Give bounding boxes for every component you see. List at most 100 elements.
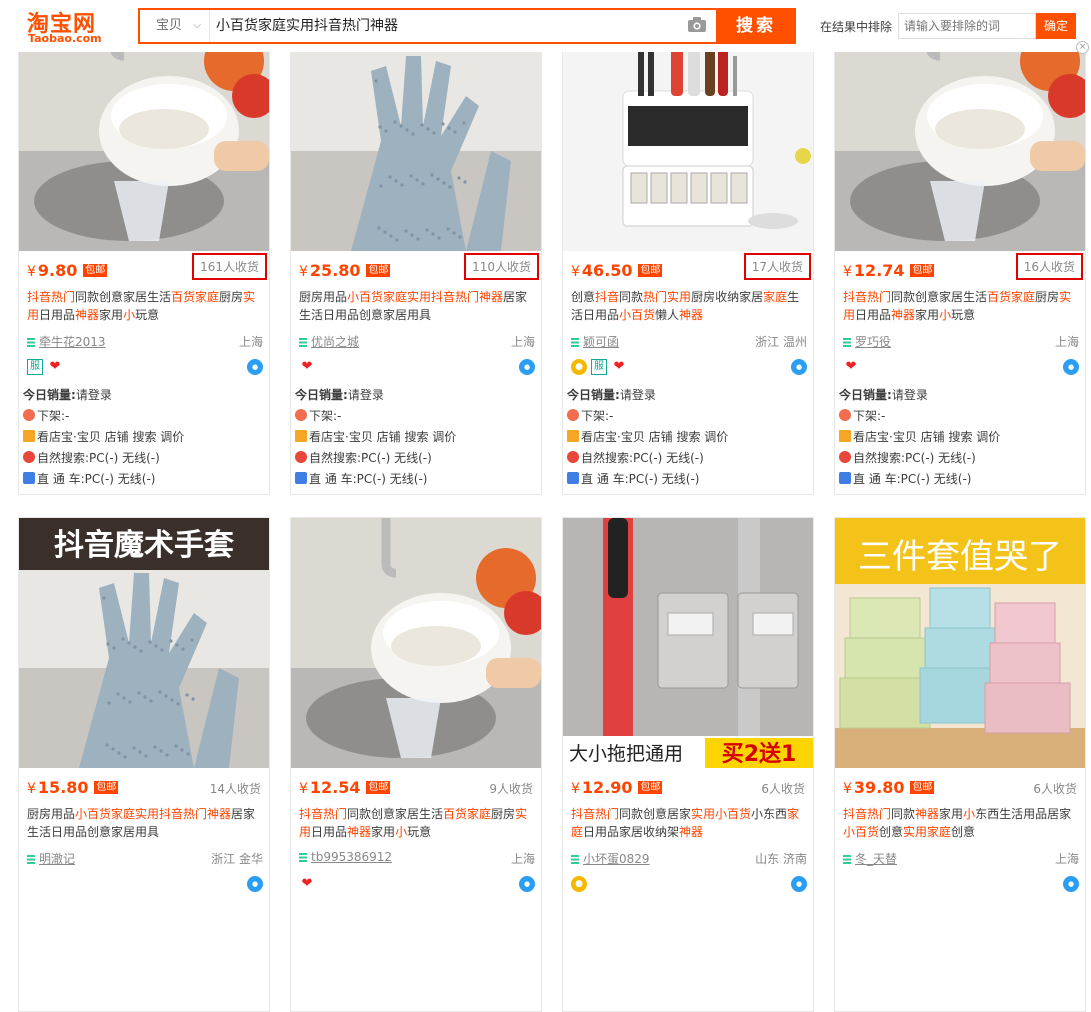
kandianbao-icon: [839, 430, 851, 442]
product-card[interactable]: 大小拖把通用 买2送1 ¥12.90 包邮 6人收货 抖音热门同款创意居家实用小…: [562, 517, 814, 1012]
product-title-link[interactable]: 创意抖音同款热门实用厨房收纳家居家庭生活日用品小百货懒人神器: [571, 288, 807, 324]
login-link[interactable]: 请登录: [620, 388, 656, 402]
delist-label: 下架:-: [309, 409, 342, 423]
search-input[interactable]: [216, 10, 676, 42]
product-image[interactable]: 大小拖把通用 买2送1: [563, 518, 813, 768]
shop-name-link[interactable]: 明澈记: [39, 852, 75, 866]
shop-name-link[interactable]: 罗巧役: [855, 335, 891, 349]
shop-name-link[interactable]: 小坏蛋0829: [583, 852, 650, 866]
product-card[interactable]: ¥9.80 包邮 161人收货 抖音热门同款创意家居生活百货家庭厨房实用日用品神…: [18, 0, 270, 495]
wangwang-chat-icon[interactable]: ●: [1063, 359, 1079, 375]
shop-row: 罗巧役 上海: [843, 333, 1079, 351]
title-segment: 神器: [915, 807, 940, 821]
search-button[interactable]: 搜索: [716, 8, 796, 44]
shop-name-link[interactable]: 冬_天替: [855, 852, 897, 866]
shop-name-link[interactable]: 牵牛花2013: [39, 335, 106, 349]
tools-label[interactable]: 看店宝·宝贝 店铺 搜索 调价: [853, 430, 1000, 444]
product-title-link[interactable]: 抖音热门同款创意居家实用小百货小东西家庭日用品家居收纳架神器: [571, 805, 807, 841]
direct-train-row: 直 通 车:PC(-) 无线(-): [839, 469, 1079, 490]
tools-label[interactable]: 看店宝·宝贝 店铺 搜索 调价: [309, 430, 456, 444]
title-segment: 厨房: [1035, 290, 1060, 304]
shop-name-link[interactable]: tb995386912: [311, 850, 392, 864]
wangwang-chat-icon[interactable]: ●: [791, 359, 807, 375]
wangwang-chat-icon[interactable]: ●: [247, 359, 263, 375]
shop-icon: [27, 338, 35, 347]
today-sales-row: 今日销量:请登录: [839, 385, 1079, 406]
today-sales-label: 今日销量:: [567, 388, 620, 402]
organic-search-row: 自然搜索:PC(-) 无线(-): [23, 448, 263, 469]
image-caption-left: 大小拖把通用: [569, 743, 683, 765]
wangwang-chat-icon[interactable]: ●: [1063, 876, 1079, 892]
product-image[interactable]: 抖音魔术手套: [19, 518, 269, 768]
kandianbao-icon: [295, 430, 307, 442]
wangwang-chat-icon[interactable]: ●: [519, 876, 535, 892]
heart-badge-icon[interactable]: ❤: [611, 359, 627, 375]
seller-tools-panel: 今日销量:请登录 下架:- 看店宝·宝贝 店铺 搜索 调价 自然搜索:PC(-)…: [23, 385, 263, 490]
tools-row[interactable]: 看店宝·宝贝 店铺 搜索 调价: [295, 427, 535, 448]
delist-row: 下架:-: [839, 406, 1079, 427]
taobao-logo[interactable]: 淘宝网 Taobao.com: [22, 6, 118, 46]
shop-icon: [571, 338, 579, 347]
exclude-input[interactable]: [898, 13, 1036, 39]
product-image[interactable]: 三件套值哭了: [835, 518, 1085, 768]
title-segment: 创意: [951, 825, 976, 839]
login-link[interactable]: 请登录: [348, 388, 384, 402]
service-badge-icon[interactable]: 服: [591, 359, 607, 375]
title-segment: 小: [395, 825, 408, 839]
wangwang-chat-icon[interactable]: ●: [791, 876, 807, 892]
title-segment: 实用小百货: [691, 807, 752, 821]
heart-badge-icon[interactable]: ❤: [843, 359, 859, 375]
direct-train-label: 直 通 车:PC(-) 无线(-): [309, 472, 428, 486]
title-segment: 神器: [679, 308, 704, 322]
product-card[interactable]: ¥46.50 包邮 17人收货 创意抖音同款热门实用厨房收纳家居家庭生活日用品小…: [562, 0, 814, 495]
camera-icon[interactable]: [688, 17, 706, 32]
tools-row[interactable]: 看店宝·宝贝 店铺 搜索 调价: [567, 427, 807, 448]
gold-seller-icon[interactable]: ●: [571, 359, 587, 375]
shop-name-link[interactable]: 颖可函: [583, 335, 619, 349]
title-segment: 同款: [619, 290, 644, 304]
login-link[interactable]: 请登录: [76, 388, 112, 402]
heart-badge-icon[interactable]: ❤: [299, 359, 315, 375]
badge-row: ● ●: [571, 876, 807, 896]
price: ¥15.80: [27, 778, 89, 797]
price-row: ¥46.50 包邮 17人收货: [571, 253, 811, 281]
product-card[interactable]: 抖音魔术手套 ¥15.80 包邮 14人收货 厨房用品小百货家庭实用抖音热门神器…: [18, 517, 270, 1012]
product-card[interactable]: 三件套值哭了 ¥39.80 包邮 6人收货 抖音热门同款神器家用小东西生活用品居…: [834, 517, 1086, 1012]
badge-row: ●: [843, 876, 1079, 896]
price-value: 46.50: [581, 261, 633, 280]
login-link[interactable]: 请登录: [892, 388, 928, 402]
tools-row[interactable]: 看店宝·宝贝 店铺 搜索 调价: [23, 427, 263, 448]
product-title-link[interactable]: 抖音热门同款神器家用小东西生活用品居家小百货创意实用家庭创意: [843, 805, 1079, 841]
product-card[interactable]: ¥12.74 包邮 16人收货 抖音热门同款创意家居生活百货家庭厨房实用日用品神…: [834, 0, 1086, 495]
product-title-link[interactable]: 抖音热门同款创意家居生活百货家庭厨房实用日用品神器家用小玩意: [843, 288, 1079, 324]
price: ¥46.50: [571, 261, 633, 280]
shop-icon: [843, 338, 851, 347]
title-segment: 小百货: [619, 308, 656, 322]
product-title-link[interactable]: 抖音热门同款创意家居生活百货家庭厨房实用日用品神器家用小玩意: [27, 288, 263, 324]
title-segment: 神器: [891, 308, 916, 322]
close-icon[interactable]: ×: [1076, 41, 1089, 54]
service-badge-icon[interactable]: 服: [27, 359, 43, 375]
person-icon: [295, 451, 307, 463]
gold-seller-icon[interactable]: ●: [571, 876, 587, 892]
product-image[interactable]: [291, 518, 541, 768]
car-icon: [567, 472, 579, 484]
search-scope-select[interactable]: 宝贝 ⌵: [140, 10, 210, 42]
tools-label[interactable]: 看店宝·宝贝 店铺 搜索 调价: [37, 430, 184, 444]
title-segment: 同款创意家居生活: [75, 290, 172, 304]
heart-badge-icon[interactable]: ❤: [299, 876, 315, 892]
product-title-link[interactable]: 抖音热门同款创意家居生活百货家庭厨房实用日用品神器家用小玩意: [299, 805, 535, 841]
product-card[interactable]: ¥12.54 包邮 9人收货 抖音热门同款创意家居生活百货家庭厨房实用日用品神器…: [290, 517, 542, 1012]
product-title-link[interactable]: 厨房用品小百货家庭实用抖音热门神器居家生活日用品创意家居用具: [27, 805, 263, 841]
wangwang-chat-icon[interactable]: ●: [247, 876, 263, 892]
shop-name-link[interactable]: 优尚之城: [311, 335, 359, 349]
tools-label[interactable]: 看店宝·宝贝 店铺 搜索 调价: [581, 430, 728, 444]
tools-row[interactable]: 看店宝·宝贝 店铺 搜索 调价: [839, 427, 1079, 448]
direct-train-row: 直 通 车:PC(-) 无线(-): [23, 469, 263, 490]
exclude-confirm-button[interactable]: 确定: [1036, 13, 1076, 39]
wangwang-chat-icon[interactable]: ●: [519, 359, 535, 375]
shop-icon: [299, 338, 307, 347]
product-title-link[interactable]: 厨房用品小百货家庭实用抖音热门神器居家生活日用品创意家居用具: [299, 288, 535, 324]
heart-badge-icon[interactable]: ❤: [47, 359, 63, 375]
product-card[interactable]: ¥25.80 包邮 110人收货 厨房用品小百货家庭实用抖音热门神器居家生活日用…: [290, 0, 542, 495]
